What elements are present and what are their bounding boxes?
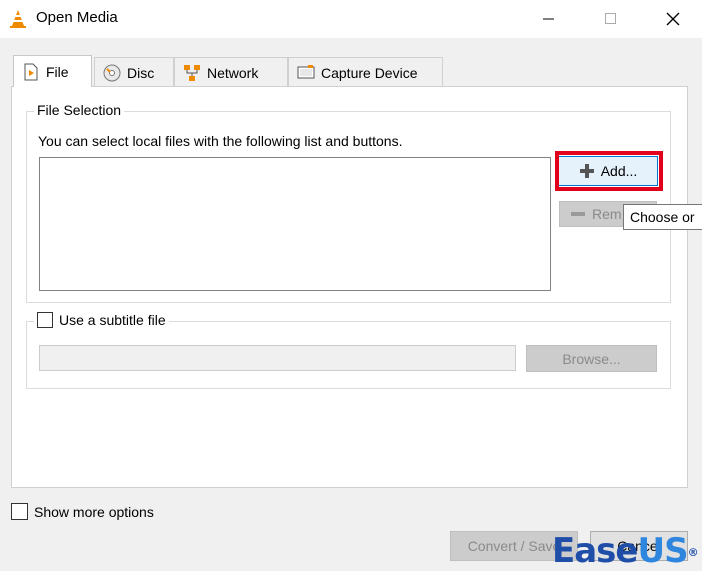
tab-capture-device-label: Capture Device — [321, 64, 418, 81]
subtitle-checkbox-label: Use a subtitle file — [59, 312, 166, 328]
show-more-options[interactable]: Show more options — [11, 503, 154, 520]
tab-disc[interactable]: Disc — [94, 57, 174, 87]
watermark-registered: ® — [687, 546, 699, 559]
close-button[interactable] — [650, 0, 696, 38]
minimize-icon — [543, 18, 554, 20]
browse-button-label: Browse... — [562, 350, 621, 367]
convert-save-label: Convert / Save — [467, 538, 561, 554]
tab-file-label: File — [46, 63, 69, 80]
maximize-icon — [605, 13, 616, 24]
easeus-watermark: EaseUS® — [552, 531, 699, 571]
add-tooltip: Choose or — [623, 204, 702, 230]
show-more-options-checkbox[interactable] — [11, 503, 28, 520]
tab-network-label: Network — [207, 64, 259, 81]
maximize-button[interactable] — [588, 0, 634, 38]
file-selection-title: File Selection — [34, 102, 125, 118]
tab-capture-device[interactable]: Capture Device — [288, 57, 443, 87]
file-tab-panel: File Selection You can select local file… — [11, 86, 702, 488]
watermark-ease: Ease — [552, 531, 638, 571]
title-bar: Open Media — [0, 0, 702, 38]
close-icon — [666, 12, 680, 26]
file-play-icon — [24, 63, 38, 80]
browse-button[interactable]: Browse... — [526, 345, 657, 372]
add-button-highlight — [555, 151, 663, 191]
subtitle-checkbox[interactable] — [37, 312, 53, 328]
network-icon — [184, 64, 200, 81]
window-title: Open Media — [36, 9, 118, 26]
minimize-button[interactable] — [526, 0, 572, 38]
subtitle-path-field[interactable] — [39, 345, 516, 371]
remove-button-label: Rem — [592, 206, 622, 222]
minus-icon — [571, 212, 585, 216]
watermark-us: US — [637, 531, 688, 571]
tab-network[interactable]: Network — [174, 57, 288, 87]
subtitle-group-title: Use a subtitle file — [34, 312, 169, 328]
disc-icon — [103, 64, 121, 81]
capture-device-icon — [297, 64, 315, 78]
file-list[interactable] — [39, 157, 551, 291]
show-more-options-label: Show more options — [34, 503, 154, 520]
tab-disc-label: Disc — [127, 64, 155, 81]
vlc-cone-icon — [10, 10, 26, 28]
tab-file[interactable]: File — [13, 55, 92, 87]
file-selection-hint: You can select local files with the foll… — [38, 133, 403, 149]
